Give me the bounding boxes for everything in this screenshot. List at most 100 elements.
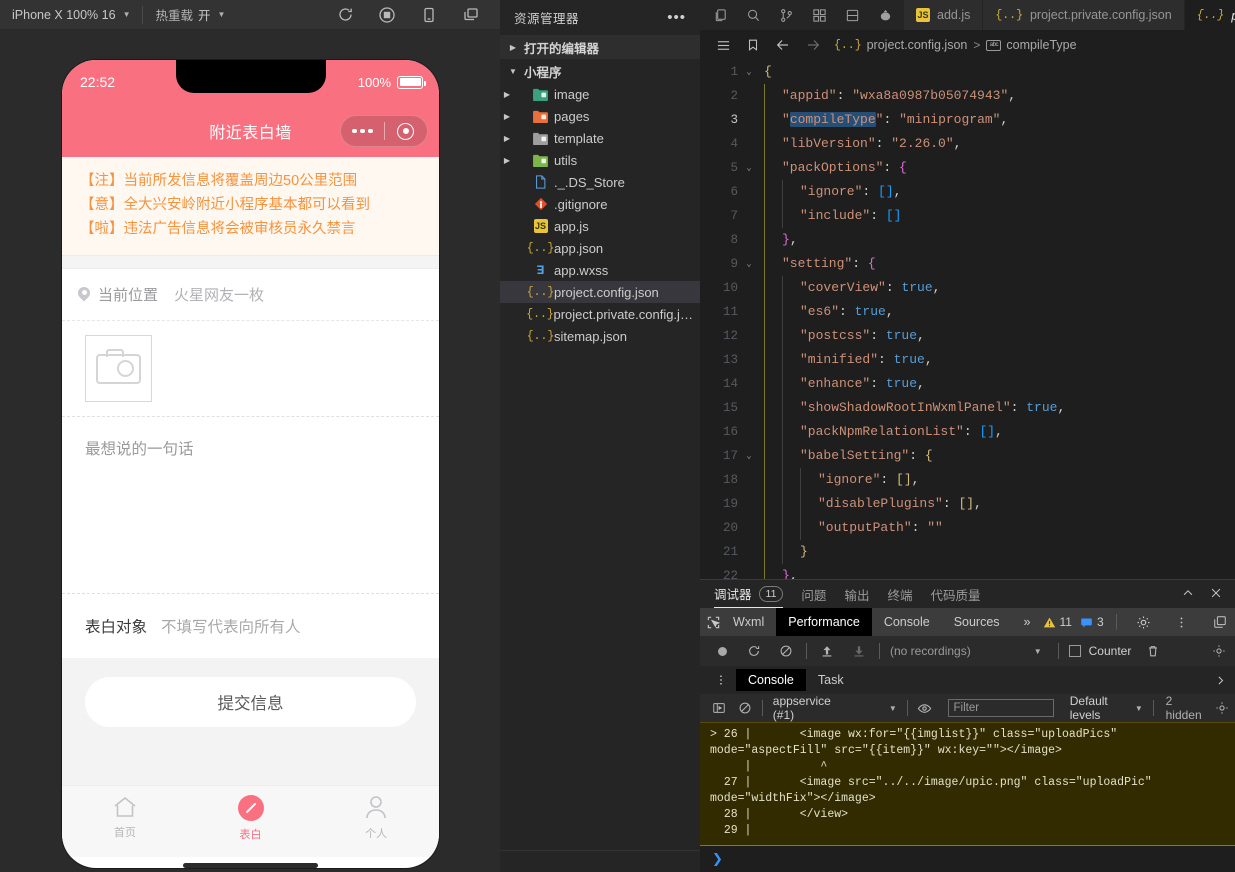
console-context-dropdown[interactable]: appservice (#1) ▼ bbox=[773, 694, 897, 722]
debug-icon[interactable] bbox=[869, 0, 902, 30]
refresh-icon[interactable] bbox=[336, 6, 354, 24]
panel-tab-问题[interactable]: 问题 bbox=[801, 580, 826, 608]
explorer-item-app-js[interactable]: JS app.js bbox=[500, 215, 700, 237]
search-icon[interactable] bbox=[737, 0, 770, 30]
hot-reload-selector[interactable]: 热重载 开 ▼ bbox=[155, 0, 235, 30]
explorer-item-pages[interactable]: ▶ pages bbox=[500, 105, 700, 127]
code-editor[interactable]: 1 ⌄{2 "appid": "wxa8a0987b05074943", 3 "comp… bbox=[700, 60, 1235, 579]
device-selector[interactable]: iPhone X 100% 16 ▼ bbox=[12, 0, 140, 30]
explorer-section-open-editors[interactable]: ▶ 打开的编辑器 bbox=[500, 35, 700, 59]
copy-icon[interactable] bbox=[704, 0, 737, 30]
upload-image-button[interactable] bbox=[85, 335, 152, 402]
explorer-item-app-json[interactable]: {..} app.json bbox=[500, 237, 700, 259]
console-filter-input[interactable]: Filter bbox=[947, 699, 1054, 717]
code-line[interactable]: 14 "enhance": true, bbox=[700, 372, 1235, 396]
code-line[interactable]: 3 "compileType": "miniprogram", bbox=[700, 108, 1235, 132]
explorer-bottom-section[interactable] bbox=[500, 850, 700, 872]
chevron-right-icon[interactable] bbox=[1205, 666, 1235, 694]
close-circle-icon[interactable] bbox=[385, 122, 428, 140]
fold-chevron-icon[interactable]: ⌄ bbox=[740, 67, 758, 77]
settings-icon[interactable] bbox=[1209, 693, 1235, 723]
code-line[interactable]: 22}, bbox=[700, 564, 1235, 579]
explorer-section-project[interactable]: ▼ 小程序 bbox=[500, 59, 700, 83]
bookmark-icon[interactable] bbox=[738, 30, 768, 60]
explorer-item-template[interactable]: ▶ template bbox=[500, 127, 700, 149]
tabbar-item-profile[interactable]: 个人 bbox=[313, 795, 439, 841]
eye-icon[interactable] bbox=[912, 693, 938, 723]
code-line[interactable]: 11 "es6": true, bbox=[700, 300, 1235, 324]
window-icon[interactable] bbox=[462, 6, 480, 24]
more-vertical-icon[interactable] bbox=[1167, 608, 1197, 636]
device-icon[interactable] bbox=[420, 6, 438, 24]
clear-icon[interactable] bbox=[770, 636, 802, 666]
code-line[interactable]: 7 "include": [] bbox=[700, 204, 1235, 228]
target-input[interactable]: 不填写代表向所有人 bbox=[161, 615, 301, 637]
counter-checkbox[interactable]: Counter bbox=[1068, 644, 1131, 658]
download-icon[interactable] bbox=[843, 636, 875, 666]
recordings-dropdown[interactable]: (no recordings) ▼ bbox=[890, 644, 1042, 658]
breadcrumb-item-file[interactable]: {..} project.config.json bbox=[834, 38, 967, 52]
code-line[interactable]: 20 "outputPath": "" bbox=[700, 516, 1235, 540]
back-arrow-icon[interactable] bbox=[768, 30, 798, 60]
explorer-item--gitignore[interactable]: .gitignore bbox=[500, 193, 700, 215]
devtools-overflow[interactable]: » bbox=[1012, 608, 1043, 636]
panel-icon[interactable] bbox=[836, 0, 869, 30]
reload-icon[interactable] bbox=[738, 636, 770, 666]
target-field-row[interactable]: 表白对象 不填写代表向所有人 bbox=[62, 594, 439, 658]
location-row[interactable]: 当前位置 火星网友一枚 bbox=[62, 269, 439, 321]
console-tab-task[interactable]: Task bbox=[806, 669, 856, 691]
forward-arrow-icon[interactable] bbox=[798, 30, 828, 60]
settings-icon[interactable] bbox=[1129, 608, 1159, 636]
code-line[interactable]: 17 ⌄ "babelSetting": { bbox=[700, 444, 1235, 468]
tabbar-item-home[interactable]: 首页 bbox=[62, 795, 188, 840]
submit-button[interactable]: 提交信息 bbox=[85, 677, 416, 727]
explorer-item-image[interactable]: ▶ image bbox=[500, 83, 700, 105]
code-line[interactable]: 13 "minified": true, bbox=[700, 348, 1235, 372]
drawer-icon[interactable] bbox=[706, 693, 732, 723]
console-tab-console[interactable]: Console bbox=[736, 669, 806, 691]
panel-tab-终端[interactable]: 终端 bbox=[887, 580, 912, 608]
code-line[interactable]: 15 "showShadowRootInWxmlPanel": true, bbox=[700, 396, 1235, 420]
explorer-item-project-private-config-js-[interactable]: {..} project.private.config.js... bbox=[500, 303, 700, 325]
code-line[interactable]: 12 "postcss": true, bbox=[700, 324, 1235, 348]
warning-count[interactable]: 11 bbox=[1043, 615, 1072, 629]
clear-icon[interactable] bbox=[732, 693, 758, 723]
devtools-tab-sources[interactable]: Sources bbox=[942, 608, 1012, 636]
code-line[interactable]: 9 ⌄ "setting": { bbox=[700, 252, 1235, 276]
code-line[interactable]: 8}, bbox=[700, 228, 1235, 252]
outline-icon[interactable] bbox=[708, 30, 738, 60]
record-icon[interactable] bbox=[378, 6, 396, 24]
code-line[interactable]: 16 "packNpmRelationList": [], bbox=[700, 420, 1235, 444]
tabbar-item-confess[interactable]: 表白 bbox=[188, 795, 314, 842]
editor-tab-project-config-json[interactable]: {..}project.config.json✕ bbox=[1184, 0, 1235, 30]
settings-icon[interactable] bbox=[1203, 636, 1235, 666]
dock-icon[interactable] bbox=[1205, 608, 1235, 636]
code-line[interactable]: 21} bbox=[700, 540, 1235, 564]
devtools-tab-wxml[interactable]: Wxml bbox=[721, 608, 776, 636]
console-levels-dropdown[interactable]: Default levels ▼ bbox=[1070, 694, 1143, 722]
explorer-item-project-config-json[interactable]: {..} project.config.json bbox=[500, 281, 700, 303]
message-count[interactable]: 3 bbox=[1080, 615, 1104, 629]
console-prompt[interactable]: ❯ bbox=[700, 846, 1235, 872]
code-line[interactable]: 5 ⌄ "packOptions": { bbox=[700, 156, 1235, 180]
more-dots-icon[interactable] bbox=[341, 128, 384, 134]
explorer-item--ds-store[interactable]: ._.DS_Store bbox=[500, 171, 700, 193]
close-icon[interactable] bbox=[1209, 586, 1223, 603]
code-line[interactable]: 4 "libVersion": "2.26.0", bbox=[700, 132, 1235, 156]
message-textarea[interactable]: 最想说的一句话 bbox=[62, 417, 439, 594]
panel-tab-输出[interactable]: 输出 bbox=[844, 580, 869, 608]
devtools-tab-performance[interactable]: Performance bbox=[776, 608, 872, 636]
inspect-icon[interactable] bbox=[706, 608, 721, 636]
explorer-item-utils[interactable]: ▶ utils bbox=[500, 149, 700, 171]
fold-chevron-icon[interactable]: ⌄ bbox=[740, 451, 758, 461]
upload-icon[interactable] bbox=[811, 636, 843, 666]
ellipsis-icon[interactable]: ••• bbox=[667, 10, 686, 25]
panel-tab-调试器[interactable]: 调试器 11 bbox=[714, 580, 784, 608]
fold-chevron-icon[interactable]: ⌄ bbox=[740, 163, 758, 173]
record-icon[interactable] bbox=[706, 636, 738, 666]
wechat-capsule-button[interactable] bbox=[340, 115, 428, 147]
explorer-item-sitemap-json[interactable]: {..} sitemap.json bbox=[500, 325, 700, 347]
code-line[interactable]: 2 "appid": "wxa8a0987b05074943", bbox=[700, 84, 1235, 108]
chevron-up-icon[interactable] bbox=[1181, 586, 1195, 603]
source-control-icon[interactable] bbox=[770, 0, 803, 30]
